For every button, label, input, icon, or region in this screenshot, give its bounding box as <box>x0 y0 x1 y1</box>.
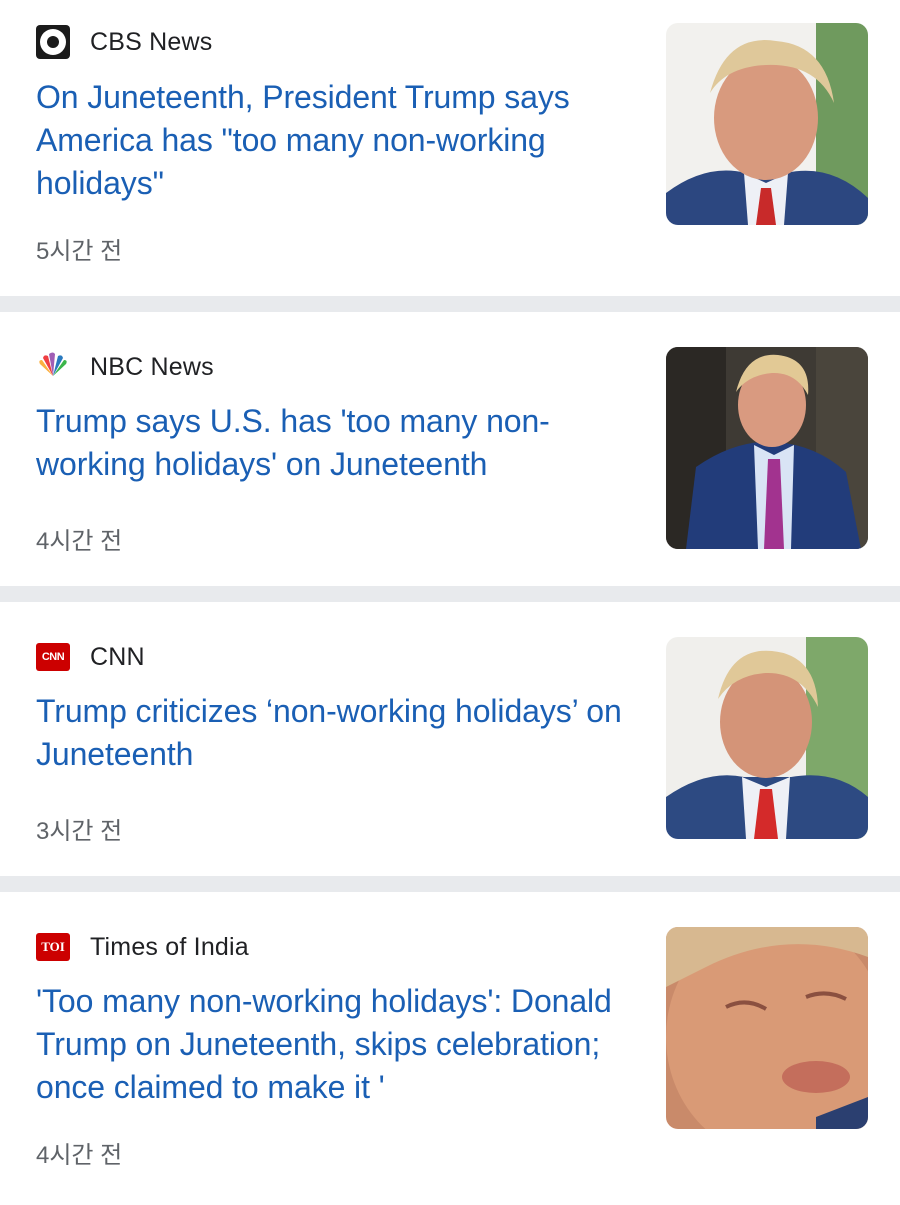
news-card[interactable]: NBC News Trump says U.S. has 'too many n… <box>0 312 900 586</box>
thumbnail-image[interactable] <box>666 637 868 839</box>
photo-thumbnail-icon <box>666 927 868 1129</box>
timestamp: 3시간 전 <box>36 818 123 845</box>
source-row: NBC News <box>36 350 214 384</box>
headline-link[interactable]: 'Too many non-working holidays': Donald … <box>36 980 636 1109</box>
news-feed: CBS News On Juneteenth, President Trump … <box>0 0 900 1205</box>
source-name: Times of India <box>90 932 249 961</box>
photo-thumbnail-icon <box>666 347 868 549</box>
source-name: CBS News <box>90 27 213 56</box>
thumbnail-image[interactable] <box>666 347 868 549</box>
thumbnail-image[interactable] <box>666 23 868 225</box>
card-separator <box>0 296 900 312</box>
timestamp: 5시간 전 <box>36 238 123 265</box>
cnn-logo-icon: CNN <box>36 640 70 674</box>
source-name: CNN <box>90 642 145 671</box>
cbs-logo-icon <box>36 25 70 59</box>
news-card[interactable]: CNN CNN Trump criticizes ‘non-working ho… <box>0 602 900 876</box>
headline-link[interactable]: Trump says U.S. has 'too many non-workin… <box>36 400 636 486</box>
source-row: CNN CNN <box>36 640 145 674</box>
card-separator <box>0 876 900 892</box>
news-card[interactable]: CBS News On Juneteenth, President Trump … <box>0 0 900 296</box>
source-row: CBS News <box>36 25 212 59</box>
nbc-peacock-logo-icon <box>36 350 70 384</box>
news-card[interactable]: TOI Times of India 'Too many non-working… <box>0 892 900 1205</box>
headline-link[interactable]: On Juneteenth, President Trump says Amer… <box>36 76 636 205</box>
timestamp: 4시간 전 <box>36 528 123 555</box>
headline-link[interactable]: Trump criticizes ‘non-working holidays’ … <box>36 690 636 776</box>
thumbnail-image[interactable] <box>666 927 868 1129</box>
photo-thumbnail-icon <box>666 637 868 839</box>
source-row: TOI Times of India <box>36 930 249 964</box>
toi-logo-icon: TOI <box>36 930 70 964</box>
card-separator <box>0 586 900 602</box>
source-name: NBC News <box>90 352 214 381</box>
timestamp: 4시간 전 <box>36 1142 123 1169</box>
photo-thumbnail-icon <box>666 23 868 225</box>
